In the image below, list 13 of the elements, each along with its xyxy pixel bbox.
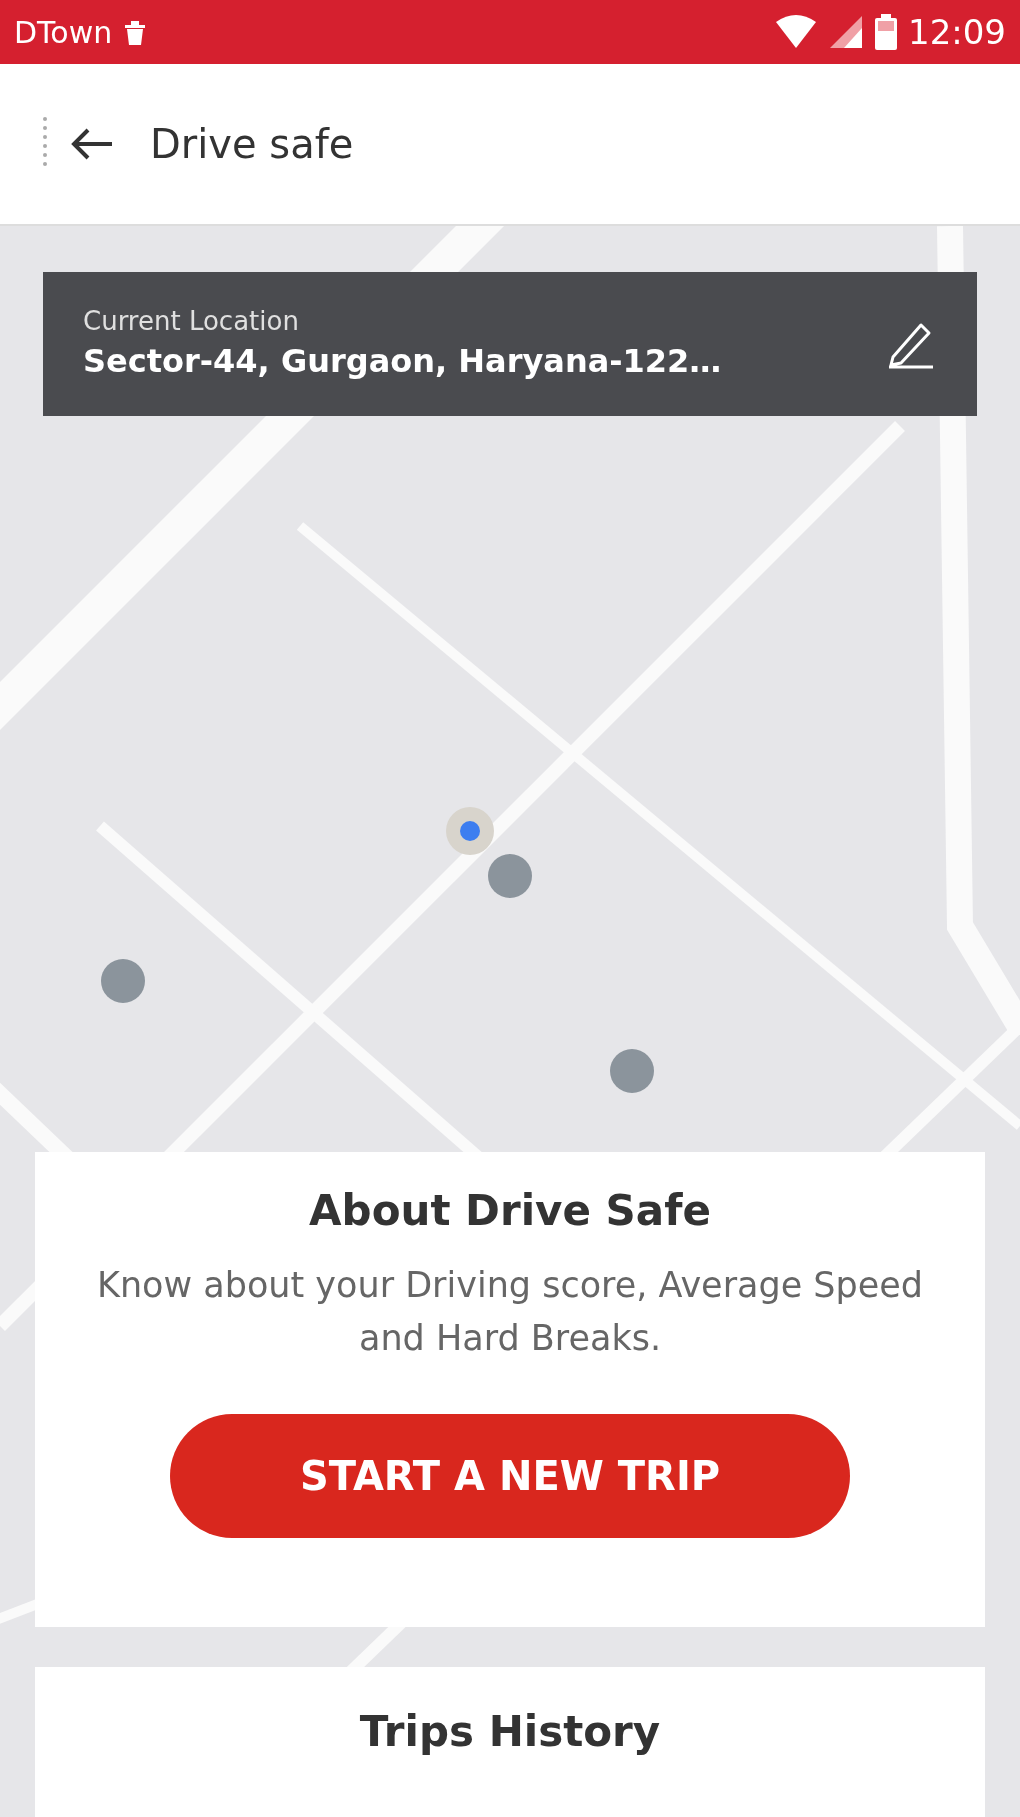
card-title: Trips History [359,1707,661,1756]
screen-title: Drive safe [150,121,354,167]
card-title: About Drive Safe [309,1186,711,1235]
battery-icon [874,13,898,51]
carrier-name: DTown [14,14,113,50]
location-address: Sector-44, Gurgaon, Haryana-122… [83,342,723,380]
clock-time: 12:09 [908,12,1006,52]
wifi-icon [774,14,818,50]
signal-icon [828,14,864,50]
start-trip-button[interactable]: START A NEW TRIP [170,1414,850,1538]
card-description: Know about your Driving score, Average Speed and Hard Breaks. [95,1264,925,1360]
back-arrow-icon [70,127,114,161]
location-label: Current Location [83,306,300,336]
